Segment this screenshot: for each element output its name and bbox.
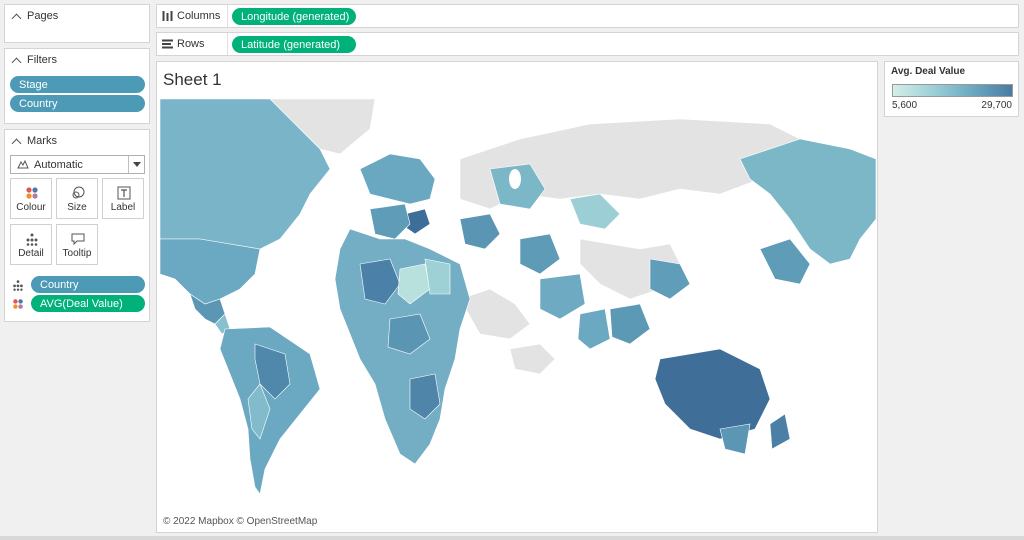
colour-label: Colour xyxy=(16,202,45,213)
filters-title: Filters xyxy=(27,54,57,66)
pages-card: Pages xyxy=(4,4,150,43)
filter-pill-stage[interactable]: Stage xyxy=(10,76,145,93)
collapse-caret-icon[interactable] xyxy=(12,138,22,148)
world-map[interactable] xyxy=(160,99,876,531)
columns-shelf[interactable]: Columns Longitude (generated) xyxy=(156,4,1019,28)
label-icon xyxy=(117,186,131,200)
left-panel: Pages Filters Stage Country Marks Automa… xyxy=(0,0,152,540)
dropdown-arrow-icon[interactable] xyxy=(128,156,144,173)
legend-max-value: 29,700 xyxy=(981,100,1012,111)
columns-icon xyxy=(162,11,173,21)
worksheet-view: Sheet 1 xyxy=(156,61,878,533)
label-label: Label xyxy=(111,202,135,213)
rows-shelf-label: Rows xyxy=(162,33,205,55)
marks-field-label: AVG(Deal Value) xyxy=(40,298,123,310)
pages-card-header[interactable]: Pages xyxy=(5,5,149,27)
tooltip-label: Tooltip xyxy=(63,248,92,259)
detail-label: Detail xyxy=(18,248,44,259)
map-mark-icon xyxy=(17,160,29,170)
filters-card: Filters Stage Country xyxy=(4,48,150,124)
label-button[interactable]: Label xyxy=(102,178,144,219)
colour-icon xyxy=(25,186,39,200)
shelf-divider xyxy=(227,33,228,55)
rows-icon xyxy=(162,39,173,49)
columns-pill-longitude[interactable]: Longitude (generated) xyxy=(232,8,356,25)
bottom-tab-strip xyxy=(0,536,1024,540)
marks-card-header[interactable]: Marks xyxy=(5,130,149,152)
columns-shelf-label: Columns xyxy=(162,5,220,27)
legend-title: Avg. Deal Value xyxy=(891,66,965,77)
filter-pill-country[interactable]: Country xyxy=(10,95,145,112)
filter-pill-label: Country xyxy=(19,98,58,110)
colour-button[interactable]: Colour xyxy=(10,178,52,219)
detail-icon xyxy=(12,279,24,291)
size-label: Size xyxy=(67,202,86,213)
mark-type-value: Automatic xyxy=(34,159,83,171)
filter-pill-label: Stage xyxy=(19,79,48,91)
collapse-caret-icon[interactable] xyxy=(12,13,22,23)
sheet-title[interactable]: Sheet 1 xyxy=(163,70,222,90)
size-button[interactable]: Size xyxy=(56,178,98,219)
marks-card: Marks Automatic Colour Size xyxy=(4,129,150,322)
legend-gradient-bar xyxy=(892,84,1013,97)
rows-pill-label: Latitude (generated) xyxy=(241,39,340,51)
marks-field-avg-deal-value[interactable]: AVG(Deal Value) xyxy=(31,295,145,312)
detail-button[interactable]: Detail xyxy=(10,224,52,265)
marks-field-label: Country xyxy=(40,279,79,291)
colour-icon xyxy=(12,298,24,310)
shelf-divider xyxy=(227,5,228,27)
tooltip-icon xyxy=(71,232,85,246)
legend-min-value: 5,600 xyxy=(892,100,917,111)
rows-label-text: Rows xyxy=(177,38,205,50)
pages-title: Pages xyxy=(27,10,58,22)
columns-label-text: Columns xyxy=(177,10,220,22)
marks-title: Marks xyxy=(27,135,57,147)
colour-legend[interactable]: Avg. Deal Value 5,600 29,700 xyxy=(884,61,1019,117)
filters-card-header[interactable]: Filters xyxy=(5,49,149,71)
tooltip-button[interactable]: Tooltip xyxy=(56,224,98,265)
rows-pill-latitude[interactable]: Latitude (generated) xyxy=(232,36,356,53)
columns-pill-label: Longitude (generated) xyxy=(241,11,349,23)
detail-icon xyxy=(25,232,39,246)
map-attribution[interactable]: © 2022 Mapbox © OpenStreetMap xyxy=(163,516,317,527)
collapse-caret-icon[interactable] xyxy=(12,57,22,67)
marks-field-country[interactable]: Country xyxy=(31,276,145,293)
rows-shelf[interactable]: Rows Latitude (generated) xyxy=(156,32,1019,56)
mark-type-dropdown[interactable]: Automatic xyxy=(10,155,145,174)
size-icon xyxy=(71,186,85,200)
